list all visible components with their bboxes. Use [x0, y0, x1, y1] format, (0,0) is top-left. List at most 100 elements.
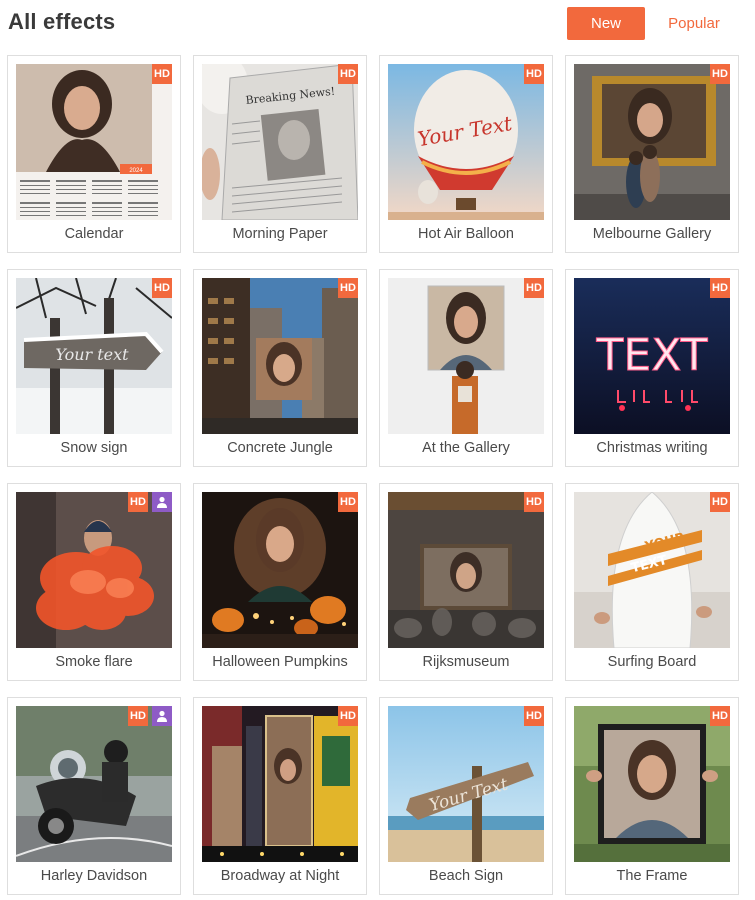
snow-sign-thumbnail-image: Your text [16, 278, 172, 434]
effect-label: Morning Paper [232, 226, 328, 242]
snow-sign-overlay-text: Your text [55, 345, 129, 364]
effect-label: Halloween Pumpkins [212, 654, 348, 670]
effect-card-smoke-flare[interactable]: HD Smoke flare [7, 483, 181, 681]
christmas-overlay-text: TEXT [596, 330, 708, 381]
effect-label: Melbourne Gallery [592, 226, 712, 242]
effect-thumbnail: TEXT [574, 278, 730, 434]
badge-group: HD [338, 278, 358, 298]
effect-thumbnail [574, 706, 730, 862]
user-photo-icon [152, 706, 172, 726]
badge-group: HD [524, 64, 544, 84]
user-photo-icon [152, 492, 172, 512]
badge-group: HD [338, 64, 358, 84]
hd-badge: HD [338, 64, 358, 84]
hot-air-balloon-thumbnail-image: Your Text [388, 64, 544, 220]
hd-badge: HD [524, 278, 544, 298]
page-header: All effects New Popular [0, 0, 755, 48]
effect-card-morning-paper[interactable]: Breaking News! HD Morning Paper [193, 55, 367, 253]
effect-thumbnail: YOUR TEXT [574, 492, 730, 648]
effect-label: The Frame [616, 868, 688, 884]
badge-group: HD [524, 492, 544, 512]
morning-paper-thumbnail-image: Breaking News! [202, 64, 358, 220]
harley-davidson-thumbnail-image [16, 706, 172, 862]
effect-card-concrete-jungle[interactable]: HD Concrete Jungle [193, 269, 367, 467]
effect-label: Surfing Board [607, 654, 697, 670]
hd-badge: HD [128, 492, 148, 512]
effect-card-halloween-pumpkins[interactable]: HD Halloween Pumpkins [193, 483, 367, 681]
effect-label: Smoke flare [55, 654, 133, 670]
hd-badge: HD [710, 278, 730, 298]
surfing-board-thumbnail-image: YOUR TEXT [574, 492, 730, 648]
effect-label: Calendar [64, 226, 124, 242]
effect-label: Rijksmuseum [422, 654, 510, 670]
badge-group: HD [524, 278, 544, 298]
effect-card-broadway-at-night[interactable]: HD Broadway at Night [193, 697, 367, 895]
hd-badge: HD [524, 492, 544, 512]
effect-label: At the Gallery [422, 440, 510, 456]
effect-card-beach-sign[interactable]: Your Text HD Beach Sign [379, 697, 553, 895]
effect-thumbnail: Your text [16, 278, 172, 434]
effect-card-snow-sign[interactable]: Your text HD Snow sign [7, 269, 181, 467]
hd-badge: HD [710, 706, 730, 726]
effects-grid: 2024 HD Calendar Breaking News! HD Morni… [7, 55, 747, 895]
hd-badge: HD [338, 492, 358, 512]
badge-group: HD [710, 706, 730, 726]
badge-group: HD [128, 706, 172, 726]
effect-thumbnail [202, 278, 358, 434]
badge-group: HD [338, 706, 358, 726]
hd-badge: HD [152, 278, 172, 298]
effect-card-christmas-writing[interactable]: TEXT HD Christmas writing [565, 269, 739, 467]
badge-group: HD [710, 492, 730, 512]
effect-label: Broadway at Night [220, 868, 340, 884]
effect-thumbnail: Your Text [388, 706, 544, 862]
at-the-gallery-thumbnail-image [388, 278, 544, 434]
badge-group: HD [710, 64, 730, 84]
effect-card-melbourne-gallery[interactable]: HD Melbourne Gallery [565, 55, 739, 253]
effect-thumbnail [202, 706, 358, 862]
effect-thumbnail [388, 492, 544, 648]
beach-sign-thumbnail-image: Your Text [388, 706, 544, 862]
badge-group: HD [152, 64, 172, 84]
broadway-at-night-thumbnail-image [202, 706, 358, 862]
hd-badge: HD [338, 278, 358, 298]
effect-label: Christmas writing [596, 440, 708, 456]
hd-badge: HD [338, 706, 358, 726]
tab-new-button[interactable]: New [567, 7, 645, 40]
christmas-writing-thumbnail-image: TEXT [574, 278, 730, 434]
effect-thumbnail [16, 706, 172, 862]
concrete-jungle-thumbnail-image [202, 278, 358, 434]
the-frame-thumbnail-image [574, 706, 730, 862]
effect-label: Harley Davidson [40, 868, 148, 884]
calendar-thumbnail-image: 2024 [16, 64, 172, 220]
badge-group: HD [128, 492, 172, 512]
effect-thumbnail [202, 492, 358, 648]
effect-card-rijksmuseum[interactable]: HD Rijksmuseum [379, 483, 553, 681]
badge-group: HD [524, 706, 544, 726]
hd-badge: HD [152, 64, 172, 84]
effect-card-harley-davidson[interactable]: HD Harley Davidson [7, 697, 181, 895]
hd-badge: HD [128, 706, 148, 726]
badge-group: HD [152, 278, 172, 298]
effect-card-calendar[interactable]: 2024 HD Calendar [7, 55, 181, 253]
effect-card-at-the-gallery[interactable]: HD At the Gallery [379, 269, 553, 467]
effect-thumbnail: 2024 [16, 64, 172, 220]
effect-thumbnail [388, 278, 544, 434]
effect-thumbnail: Your Text [388, 64, 544, 220]
page-title: All effects [8, 9, 116, 34]
effect-card-surfing-board[interactable]: YOUR TEXT HD Surfing Board [565, 483, 739, 681]
effect-label: Concrete Jungle [227, 440, 333, 456]
effect-card-hot-air-balloon[interactable]: Your Text HD Hot Air Balloon [379, 55, 553, 253]
smoke-flare-thumbnail-image [16, 492, 172, 648]
hd-badge: HD [710, 64, 730, 84]
halloween-pumpkins-thumbnail-image [202, 492, 358, 648]
badge-group: HD [338, 492, 358, 512]
effect-thumbnail [16, 492, 172, 648]
badge-group: HD [710, 278, 730, 298]
hd-badge: HD [524, 64, 544, 84]
calendar-year-text: 2024 [129, 168, 143, 174]
tab-popular-button[interactable]: Popular [657, 7, 731, 40]
effect-card-the-frame[interactable]: HD The Frame [565, 697, 739, 895]
effect-label: Beach Sign [428, 868, 504, 884]
effect-thumbnail: Breaking News! [202, 64, 358, 220]
effect-label: Snow sign [60, 440, 128, 456]
